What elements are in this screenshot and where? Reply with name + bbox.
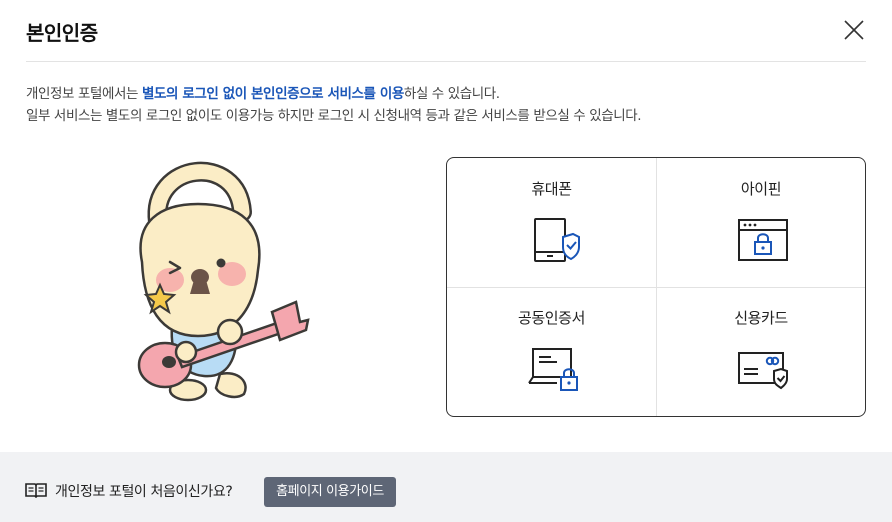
footer-guide-bar: 개인정보 포털이 처음이신가요? 홈페이지 이용가이드	[0, 452, 892, 522]
mobile-phone-shield-icon	[527, 214, 581, 268]
auth-option-label: 공동인증서	[517, 309, 585, 327]
description: 개인정보 포털에서는 별도의 로그인 없이 본인인증으로 서비스를 이용하실 수…	[26, 83, 642, 127]
footer-question: 개인정보 포털이 처음이신가요?	[55, 484, 233, 500]
credit-card-shield-icon	[736, 343, 790, 397]
auth-option-certificate[interactable]: 공동인증서	[447, 287, 657, 416]
close-icon[interactable]	[842, 18, 866, 42]
laptop-lock-icon	[527, 343, 581, 397]
auth-method-grid: 휴대폰 아이핀 공동인증서 신용카드	[446, 157, 866, 417]
auth-modal: 본인인증 개인정보 포털에서는 별도의 로그인 없이 본인인증으로 서비스를 이…	[0, 0, 892, 522]
auth-option-mobile[interactable]: 휴대폰	[447, 158, 657, 288]
modal-header: 본인인증	[26, 0, 866, 62]
browser-lock-icon	[736, 214, 790, 268]
auth-option-credit-card[interactable]: 신용카드	[656, 287, 865, 416]
book-icon	[25, 482, 47, 499]
description-highlight: 별도의 로그인 없이 본인인증으로 서비스를 이용	[141, 86, 404, 102]
modal-title: 본인인증	[26, 21, 98, 45]
description-line-2: 일부 서비스는 별도의 로그인 없이도 이용가능 하지만 로그인 시 신청내역 …	[26, 108, 642, 124]
auth-option-label: 휴대폰	[531, 180, 572, 198]
description-prefix: 개인정보 포털에서는	[26, 86, 142, 102]
description-suffix: 하실 수 있습니다.	[403, 86, 500, 102]
auth-option-ipin[interactable]: 아이핀	[656, 158, 865, 288]
auth-option-label: 아이핀	[740, 180, 782, 198]
homepage-guide-button[interactable]: 홈페이지 이용가이드	[264, 477, 396, 507]
description-line-1: 개인정보 포털에서는 별도의 로그인 없이 본인인증으로 서비스를 이용하실 수…	[26, 83, 641, 105]
auth-option-label: 신용카드	[734, 309, 788, 327]
lock-mascot-illustration	[120, 152, 310, 412]
